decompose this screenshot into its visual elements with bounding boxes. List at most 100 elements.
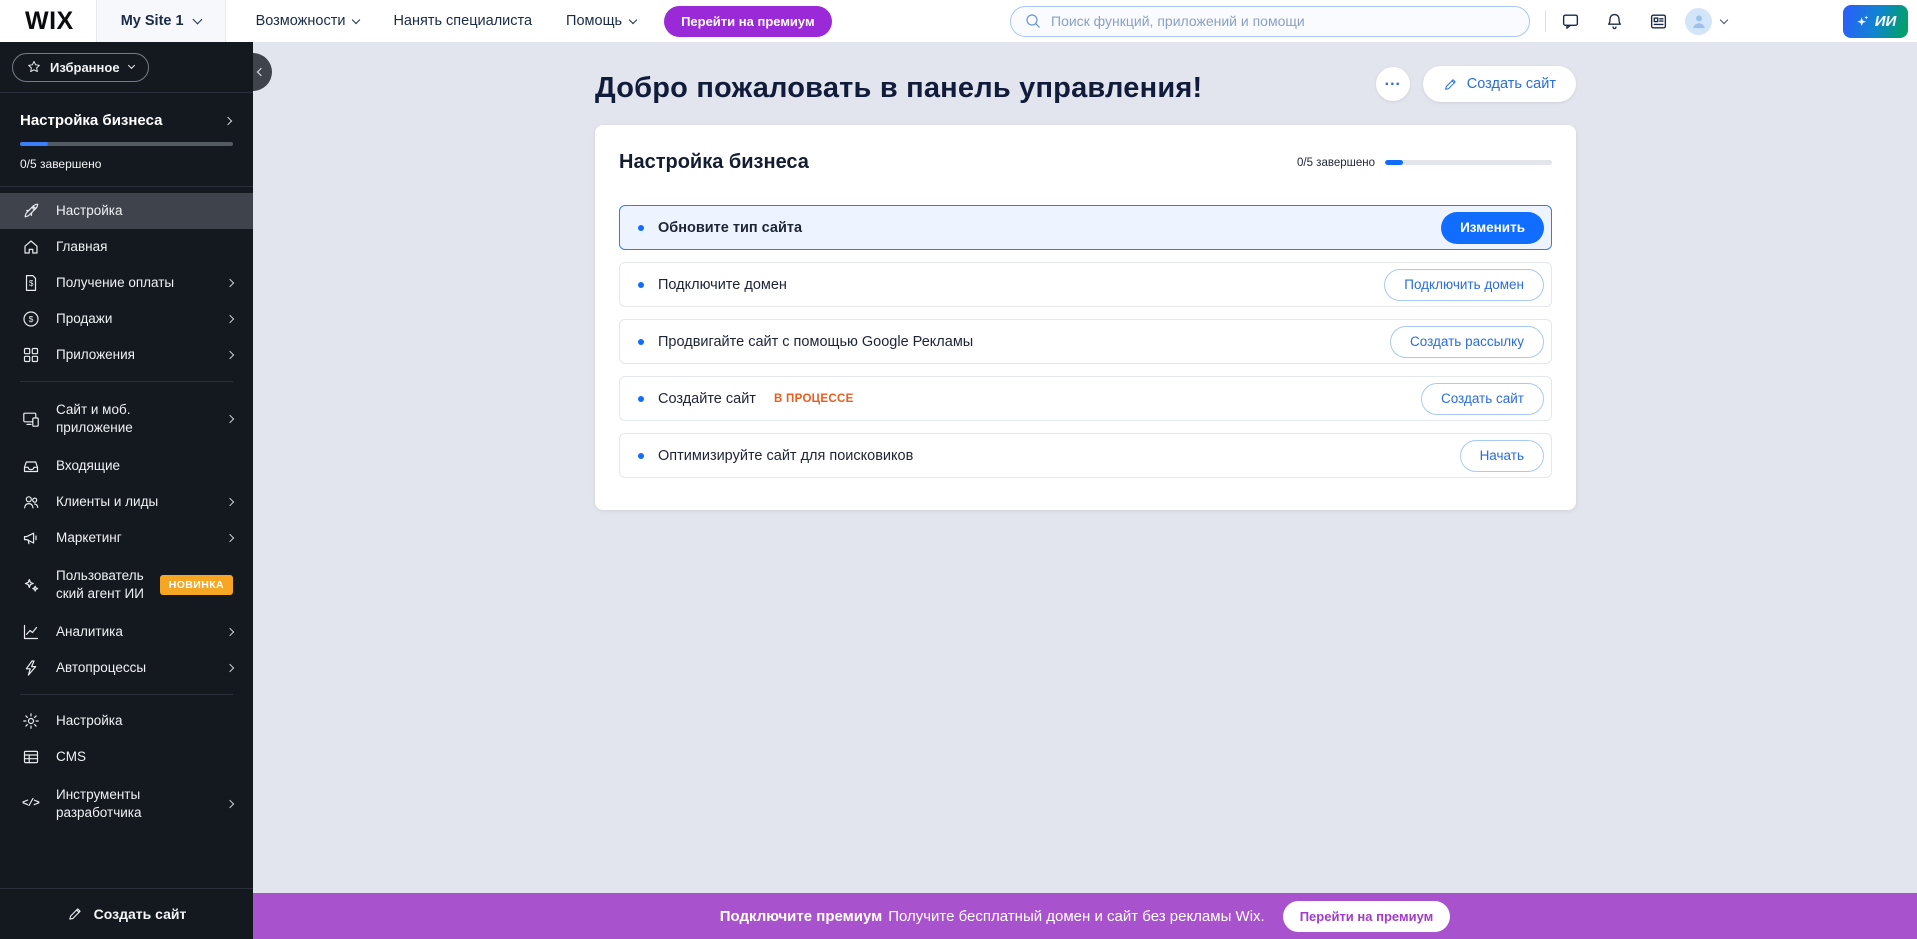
people-icon: [22, 493, 40, 511]
rocket-icon: [22, 202, 40, 220]
nav-features[interactable]: Возможности: [256, 13, 360, 29]
sidebar-item-marketing[interactable]: Маркетинг: [0, 520, 253, 556]
chevron-down-icon: [128, 62, 135, 69]
megaphone-icon: [22, 529, 40, 547]
chevron-right-icon: [226, 351, 234, 359]
pencil-icon: [1443, 77, 1458, 92]
task-create-campaign-button[interactable]: Создать рассылку: [1390, 326, 1544, 358]
star-icon: [27, 60, 41, 74]
banner-text: Получите бесплатный домен и сайт без рек…: [888, 908, 1265, 925]
chevron-left-icon: [257, 68, 265, 76]
sidebar-item-payments[interactable]: Получение оплаты: [0, 265, 253, 301]
create-site-button[interactable]: Создать сайт: [1423, 66, 1576, 102]
updates-news-icon[interactable]: [1649, 12, 1668, 31]
task-row-create-site[interactable]: Создайте сайт В ПРОЦЕССЕ Создать сайт: [619, 376, 1552, 421]
business-setup-widget: Настройка бизнеса 0/5 завершено: [0, 93, 253, 186]
favorites-row: Избранное: [0, 42, 253, 92]
site-selector-label: My Site 1: [121, 13, 184, 29]
inbox-icon: [22, 457, 40, 475]
top-bar: WIX My Site 1 Возможности Нанять специал…: [0, 0, 1917, 42]
card-progress: 0/5 завершено: [1297, 157, 1552, 169]
premium-banner: Подключите премиум Получите бесплатный д…: [253, 893, 1917, 939]
apps-grid-icon: [22, 346, 40, 364]
new-badge: НОВИНКА: [160, 575, 233, 595]
page-title: Добро пожаловать в панель управления!: [595, 72, 1202, 105]
banner-premium-button[interactable]: Перейти на премиум: [1283, 901, 1451, 932]
setup-progress-bar: [20, 142, 233, 146]
sidebar-item-analytics[interactable]: Аналитика: [0, 614, 253, 650]
card-title: Настройка бизнеса: [619, 151, 809, 174]
task-start-button[interactable]: Начать: [1460, 440, 1544, 472]
divider: [1545, 10, 1546, 32]
chevron-right-icon: [226, 800, 234, 808]
banner-title: Подключите премиум: [720, 908, 882, 925]
ai-assistant-button[interactable]: ИИ: [1843, 5, 1908, 38]
status-badge: В ПРОЦЕССЕ: [774, 393, 854, 405]
chevron-right-icon: [226, 279, 234, 287]
card-progress-bar: [1385, 160, 1552, 165]
pencil-icon: [67, 906, 83, 922]
line-chart-icon: [22, 623, 40, 641]
favorites-dropdown[interactable]: Избранное: [12, 53, 149, 82]
topbar-nav: Возможности Нанять специалиста Помощь: [256, 13, 636, 29]
sidebar-item-setup[interactable]: Настройка: [0, 193, 253, 229]
divider: [20, 381, 233, 382]
chevron-right-icon: [226, 664, 234, 672]
sidebar-create-site[interactable]: Создать сайт: [0, 888, 253, 939]
chevron-right-icon: [226, 415, 234, 423]
task-create-site-button[interactable]: Создать сайт: [1421, 383, 1544, 415]
business-setup-card: Настройка бизнеса 0/5 завершено Обновите…: [595, 125, 1576, 510]
sidebar-item-settings[interactable]: Настройка: [0, 703, 253, 739]
sidebar-item-site-mobile-app[interactable]: Сайт и моб. приложение: [0, 390, 253, 448]
sidebar-item-inbox[interactable]: Входящие: [0, 448, 253, 484]
task-row-connect-domain[interactable]: Подключите домен Подключить домен: [619, 262, 1552, 307]
account-menu[interactable]: [1685, 8, 1727, 35]
chevron-right-icon: [226, 628, 234, 636]
wix-logo[interactable]: WIX: [25, 7, 74, 36]
card-progress-label: 0/5 завершено: [1297, 157, 1375, 169]
site-selector[interactable]: My Site 1: [96, 0, 226, 42]
header-actions: ... Создать сайт: [1376, 66, 1576, 102]
task-row-google-ads[interactable]: Продвигайте сайт с помощью Google Реклам…: [619, 319, 1552, 364]
main-content: Добро пожаловать в панель управления! ..…: [253, 42, 1917, 893]
notifications-bell-icon[interactable]: [1605, 12, 1624, 31]
chat-icon[interactable]: [1561, 12, 1580, 31]
bullet-icon: [638, 225, 644, 231]
upgrade-premium-button[interactable]: Перейти на премиум: [664, 6, 832, 37]
sidebar-item-automations[interactable]: Автопроцессы: [0, 650, 253, 686]
task-edit-button[interactable]: Изменить: [1441, 212, 1544, 244]
task-connect-domain-button[interactable]: Подключить домен: [1384, 269, 1544, 301]
chevron-right-icon: [226, 315, 234, 323]
sidebar: Избранное Настройка бизнеса 0/5 завершен…: [0, 42, 253, 939]
nav-hire-professional[interactable]: Нанять специалиста: [393, 13, 532, 29]
devices-icon: [22, 410, 40, 428]
search-bar[interactable]: [1010, 6, 1530, 37]
sidebar-item-apps[interactable]: Приложения: [0, 337, 253, 373]
dollar-circle-icon: [22, 310, 40, 328]
sidebar-item-cms[interactable]: CMS: [0, 739, 253, 775]
sidebar-item-ai-agent[interactable]: Пользовательский агент ИИ НОВИНКА: [0, 556, 253, 614]
task-row-seo[interactable]: Оптимизируйте сайт для поисковиков Начат…: [619, 433, 1552, 478]
lightning-icon: [22, 659, 40, 677]
sidebar-item-sales[interactable]: Продажи: [0, 301, 253, 337]
business-setup-header[interactable]: Настройка бизнеса: [20, 112, 233, 129]
more-options-button[interactable]: ...: [1376, 67, 1410, 101]
table-icon: [22, 748, 40, 766]
search-input[interactable]: [1051, 13, 1516, 29]
chevron-right-icon: [224, 116, 232, 124]
nav-help[interactable]: Помощь: [566, 13, 636, 29]
task-row-update-site-type[interactable]: Обновите тип сайта Изменить: [619, 205, 1552, 250]
divider: [20, 694, 233, 695]
bullet-icon: [638, 396, 644, 402]
avatar: [1685, 8, 1712, 35]
chevron-right-icon: [226, 534, 234, 542]
chevron-down-icon: [629, 15, 637, 23]
gear-icon: [22, 712, 40, 730]
card-header: Настройка бизнеса 0/5 завершено: [619, 151, 1552, 174]
card-progress-fill: [1385, 160, 1403, 165]
sidebar-item-home[interactable]: Главная: [0, 229, 253, 265]
chevron-right-icon: [226, 498, 234, 506]
chevron-down-icon: [352, 15, 360, 23]
sidebar-item-dev-tools[interactable]: </> Инструменты разработчика: [0, 775, 253, 833]
sidebar-item-contacts-leads[interactable]: Клиенты и лиды: [0, 484, 253, 520]
